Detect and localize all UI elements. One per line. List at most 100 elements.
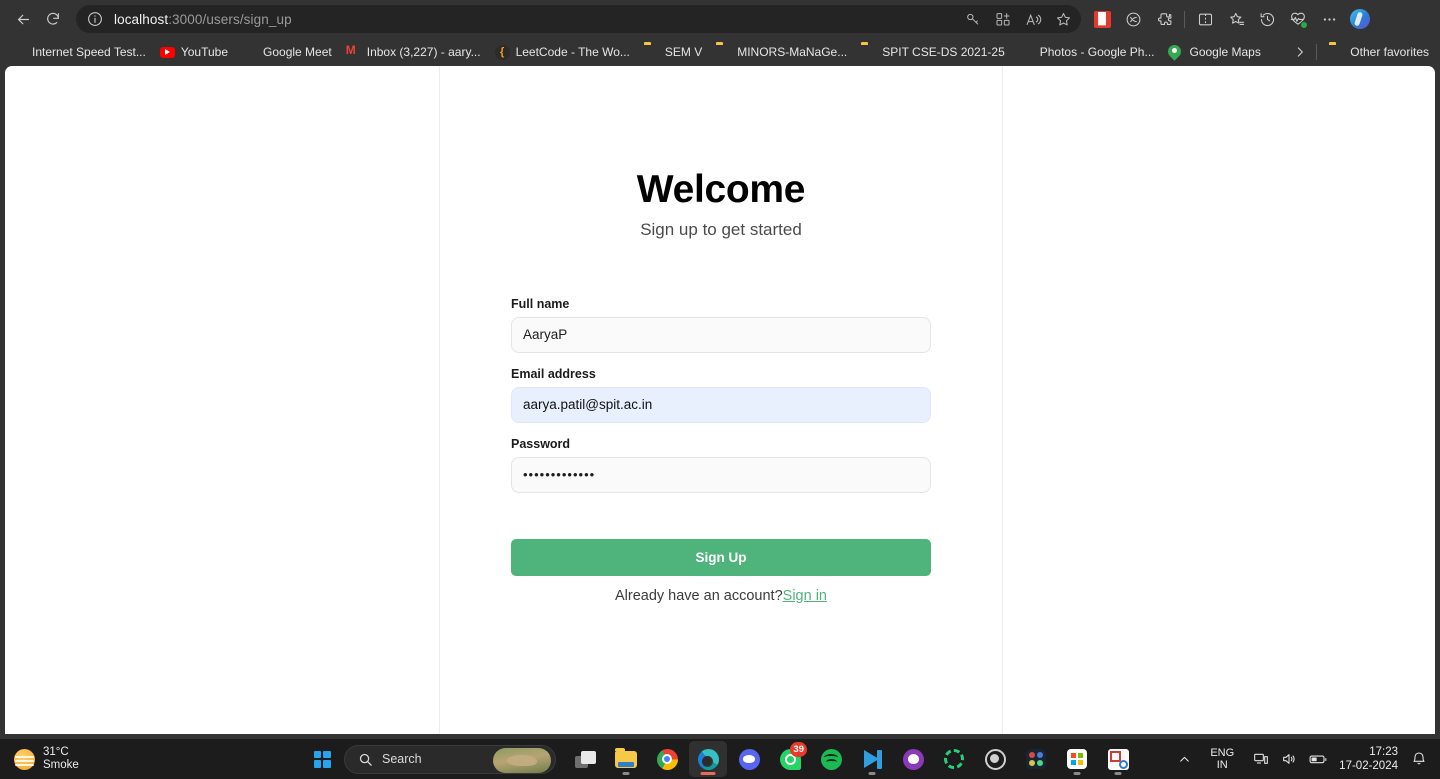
bookmark-folder-spit-cse-ds[interactable]: SPIT CSE-DS 2021-25 (854, 41, 1012, 63)
search-placeholder: Search (382, 752, 422, 766)
taskbar-app-discord[interactable] (730, 741, 768, 777)
language-line-2: IN (1216, 759, 1228, 771)
taskbar-app-microsoft-store[interactable] (1058, 741, 1096, 777)
bookmark-google-meet[interactable]: Google Meet (235, 41, 339, 63)
url-path: :3000/users/sign_up (168, 11, 292, 27)
folder-icon (861, 45, 876, 60)
clock-time: 17:23 (1369, 745, 1398, 758)
notifications-button[interactable] (1406, 744, 1432, 774)
refresh-button[interactable] (38, 5, 68, 33)
taskbar-app-task-view[interactable] (566, 741, 604, 777)
sign-in-link[interactable]: Sign in (783, 588, 827, 604)
network-button[interactable] (1248, 744, 1274, 774)
network-icon (1254, 753, 1269, 764)
folder-icon (644, 45, 659, 60)
bookmark-leetcode[interactable]: { LeetCode - The Wo... (488, 41, 637, 63)
spotify-icon (820, 748, 842, 770)
running-indicator (1073, 772, 1081, 775)
notification-bell-icon (1413, 752, 1425, 765)
address-bar[interactable]: localhost:3000/users/sign_up (76, 5, 1081, 33)
bookmark-label: Photos - Google Ph... (1039, 45, 1155, 59)
taskbar-app-github-desktop[interactable] (894, 741, 932, 777)
weather-widget[interactable]: 31°C Smoke (0, 741, 89, 777)
taskbar-app-davinci-resolve[interactable] (1017, 741, 1055, 777)
whatsapp-badge: 39 (790, 742, 807, 757)
info-circle-icon[interactable] (86, 10, 104, 28)
taskbar-app-google-chrome[interactable] (648, 741, 686, 777)
tray-overflow-button[interactable] (1173, 744, 1196, 774)
taskbar-app-microsoft-edge[interactable] (689, 741, 727, 777)
system-tray: ENG IN 17:23 17-02-2024 (1173, 739, 1440, 779)
taskbar-app-obs-studio[interactable] (976, 741, 1014, 777)
language-indicator[interactable]: ENG IN (1198, 744, 1246, 774)
discord-icon (738, 748, 760, 770)
bookmark-internet-speed-test[interactable]: Internet Speed Test... (4, 41, 153, 63)
taskbar-app-whatsapp[interactable]: 39 (771, 741, 809, 777)
search-icon (359, 753, 372, 766)
chevron-right-icon[interactable] (1289, 41, 1311, 63)
copilot-icon[interactable] (1345, 5, 1375, 33)
bookmark-google-photos[interactable]: Photos - Google Ph... (1012, 41, 1162, 63)
email-address-label: Email address (511, 366, 596, 381)
weather-condition: Smoke (43, 759, 79, 771)
split-screen-icon[interactable] (1190, 5, 1220, 33)
bookmark-label: SPIT CSE-DS 2021-25 (882, 45, 1005, 59)
bookmark-google-maps[interactable]: Google Maps (1161, 41, 1267, 63)
extensions-puzzle-icon[interactable] (1149, 5, 1179, 33)
full-name-label: Full name (511, 296, 570, 311)
taskbar-app-file-explorer[interactable] (607, 741, 645, 777)
bookmark-label: Google Meet (263, 45, 332, 59)
address-bar-actions (959, 7, 1077, 31)
settings-more-icon[interactable] (1314, 5, 1344, 33)
taskbar-apps: 39 (566, 741, 1137, 777)
battery-button[interactable] (1304, 744, 1333, 774)
taskbar-app-snipping-tool[interactable] (1099, 741, 1137, 777)
smoke-sun-icon (14, 748, 35, 770)
volume-icon (1283, 754, 1295, 764)
bookmark-gmail-inbox[interactable]: Inbox (3,227) - aary... (339, 41, 488, 63)
toolbar-divider (1184, 10, 1185, 28)
collections-icon[interactable] (989, 7, 1017, 31)
page-viewport: Welcome Sign up to get started Full name… (0, 66, 1440, 739)
email-address-input[interactable] (511, 386, 931, 423)
taskbar-app-visual-studio-code[interactable] (853, 741, 891, 777)
password-key-icon[interactable] (959, 7, 987, 31)
performance-status-dot (1300, 21, 1308, 29)
bookmark-folder-minors-manage[interactable]: MINORS-MaNaGe... (709, 41, 854, 63)
favorites-icon[interactable] (1221, 5, 1251, 33)
url-text[interactable]: localhost:3000/users/sign_up (114, 12, 959, 27)
bookmark-folder-sem-v[interactable]: SEM V (637, 41, 709, 63)
speedtest-icon (11, 45, 26, 60)
bookmarks-bar: Internet Speed Test... YouTube Google Me… (0, 38, 1440, 66)
sign-up-button[interactable]: Sign Up (511, 538, 931, 576)
extension-adblock-icon[interactable]: █ (1087, 5, 1117, 33)
bookmark-label: LeetCode - The Wo... (515, 45, 630, 59)
back-button[interactable] (8, 5, 38, 33)
add-favorite-icon[interactable] (1049, 7, 1077, 31)
chrome-icon (656, 748, 678, 770)
bookmark-label: Google Maps (1189, 45, 1261, 59)
read-aloud-icon[interactable] (1019, 7, 1047, 31)
obs-icon (984, 748, 1006, 770)
volume-button[interactable] (1276, 744, 1302, 774)
password-input[interactable] (511, 456, 931, 493)
bookmark-youtube[interactable]: YouTube (153, 41, 235, 63)
history-icon[interactable] (1252, 5, 1282, 33)
browser-toolbar: localhost:3000/users/sign_up █ (0, 0, 1440, 38)
bookmark-other-favorites[interactable]: Other favorites (1322, 41, 1436, 63)
vscode-icon (862, 749, 883, 770)
start-button[interactable] (303, 741, 341, 777)
browser-essentials-icon[interactable] (1118, 5, 1148, 33)
taskbar-search[interactable]: Search (344, 744, 556, 774)
full-name-input[interactable] (511, 316, 931, 353)
taskbar-app-loading-ring[interactable] (935, 741, 973, 777)
clock-widget[interactable]: 17:23 17-02-2024 (1335, 745, 1404, 774)
language-line-1: ENG (1210, 746, 1235, 759)
folder-icon (1329, 45, 1344, 60)
taskbar-app-spotify[interactable] (812, 741, 850, 777)
folder-icon (716, 45, 731, 60)
other-favorites-label: Other favorites (1350, 45, 1429, 59)
performance-icon[interactable] (1283, 5, 1313, 33)
page-subtitle: Sign up to get started (640, 219, 802, 239)
url-host: localhost (114, 11, 169, 27)
